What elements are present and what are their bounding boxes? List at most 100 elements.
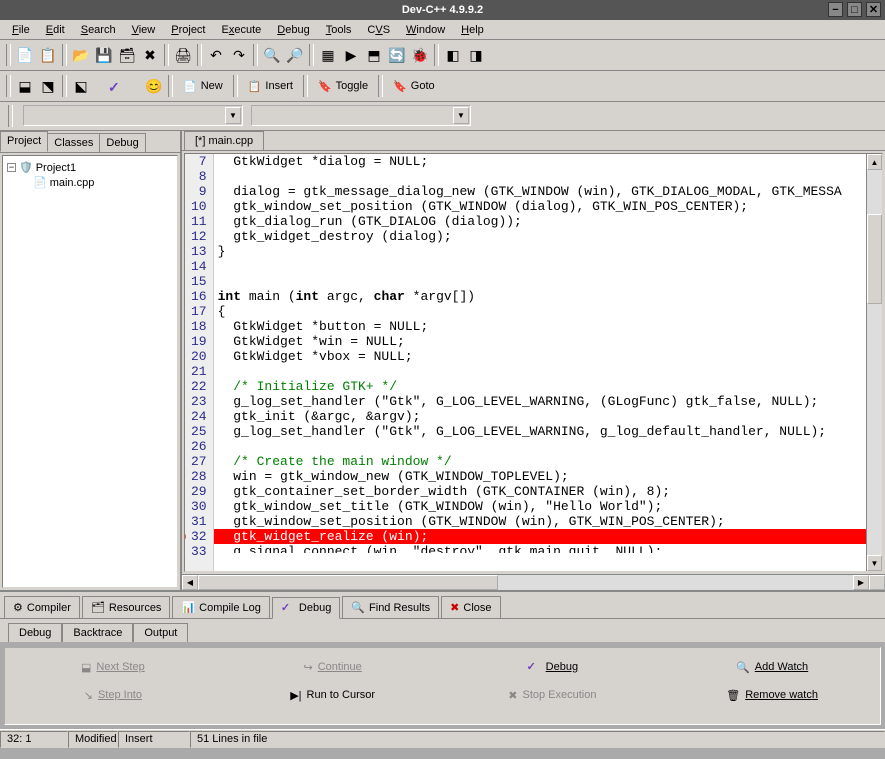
tab-resources[interactable]: 🗂Resources (82, 596, 171, 618)
editor-tab-main[interactable]: [*] main.cpp (184, 131, 264, 150)
menu-search[interactable]: Search (73, 22, 124, 38)
combo-row: ▼ ▼ (0, 102, 885, 131)
step-into-button[interactable]: ↘Step Into (13, 684, 213, 706)
tab-close[interactable]: ✖Close (441, 596, 500, 618)
replace-icon[interactable]: 🔎 (284, 44, 306, 66)
rebuild-icon[interactable]: 🔄 (386, 44, 408, 66)
debug-run-icon[interactable]: 🐞 (409, 44, 431, 66)
minimize-button[interactable]: − (828, 2, 843, 17)
run-to-cursor-button[interactable]: ▶|Run to Cursor (233, 684, 433, 706)
continue-icon: ↪ (303, 661, 312, 674)
goto-button[interactable]: 🔖 Goto (386, 75, 442, 97)
status-lines: 51 Lines in file (190, 731, 885, 748)
insert-button[interactable]: 📋 Insert (241, 75, 300, 97)
watch-add-icon: 🔍 (736, 661, 750, 674)
check-icon[interactable] (104, 75, 126, 97)
log-icon: 📊 (181, 601, 195, 614)
new-project-icon[interactable]: 📋 (37, 44, 59, 66)
menu-window[interactable]: Window (398, 22, 453, 38)
tool-b-icon[interactable]: ◨ (465, 44, 487, 66)
find-icon: 🔍 (351, 601, 365, 614)
step-into-icon: ↘ (84, 689, 93, 702)
menu-execute[interactable]: Execute (214, 22, 270, 38)
new-file-icon[interactable]: 📄 (14, 44, 36, 66)
close-button[interactable]: ✕ (866, 2, 881, 17)
redo-icon[interactable]: ↷ (228, 44, 250, 66)
debug-panel: ⬓Next Step ↪Continue Debug 🔍Add Watch ↘S… (4, 647, 881, 725)
open-icon[interactable]: 📂 (70, 44, 92, 66)
print-icon[interactable]: 🖨 (172, 44, 194, 66)
tree-root[interactable]: − 🛡️ Project1 (7, 160, 173, 175)
line-gutter: 7891011121314151617181920212223242526272… (185, 154, 214, 571)
window-title: Dev-C++ 4.9.9.2 (402, 4, 483, 16)
close-icon: ✖ (450, 601, 459, 614)
subtab-output[interactable]: Output (133, 623, 188, 642)
tab-project[interactable]: Project (0, 131, 48, 152)
menu-view[interactable]: View (124, 22, 164, 38)
menu-file[interactable]: File (4, 22, 38, 38)
toolbar-debug: ⬓ ⬔ ⬕ 😊 📄 New 📋 Insert 🔖 Toggle 🔖 Goto (0, 71, 885, 102)
stop-icon: ✖ (508, 689, 517, 702)
new-button[interactable]: 📄 New (176, 75, 230, 97)
compile-icon[interactable]: ▦ (317, 44, 339, 66)
menu-tools[interactable]: Tools (318, 22, 360, 38)
tab-debug-left[interactable]: Debug (99, 133, 145, 152)
left-panel: Project Classes Debug − 🛡️ Project1 📄 ma… (0, 131, 182, 590)
member-combo[interactable]: ▼ (251, 105, 471, 126)
toggle-button[interactable]: 🔖 Toggle (311, 75, 375, 97)
status-position: 32: 1 (0, 731, 68, 748)
stop-execution-button[interactable]: ✖Stop Execution (453, 684, 653, 706)
compile-run-icon[interactable]: ⬒ (363, 44, 385, 66)
shield-icon: 🛡️ (19, 161, 33, 174)
watch-remove-icon: 🗑 (726, 689, 740, 702)
vertical-scrollbar[interactable]: ▲ ▼ (866, 154, 882, 571)
next-step-button[interactable]: ⬓Next Step (13, 656, 213, 678)
step-icon-b[interactable]: ⬔ (37, 75, 59, 97)
tab-classes[interactable]: Classes (47, 133, 100, 152)
menu-bar: File Edit Search View Project Execute De… (0, 20, 885, 40)
undo-icon[interactable]: ↶ (205, 44, 227, 66)
output-tabs: ⚙Compiler 🗂Resources 📊Compile Log Debug … (0, 590, 885, 619)
maximize-button[interactable]: □ (847, 2, 862, 17)
debug-button[interactable]: Debug (453, 656, 653, 678)
subtab-debug[interactable]: Debug (8, 623, 62, 642)
find-icon[interactable]: 🔍 (261, 44, 283, 66)
tab-compiler[interactable]: ⚙Compiler (4, 596, 80, 618)
check-icon (281, 601, 295, 615)
cursor-icon: ▶| (290, 689, 301, 702)
tab-debug-bottom[interactable]: Debug (272, 597, 340, 619)
save-all-icon[interactable]: 🗃 (116, 44, 138, 66)
save-icon[interactable]: 💾 (93, 44, 115, 66)
check-icon (527, 660, 541, 674)
tree-file[interactable]: 📄 main.cpp (7, 175, 173, 190)
editor-panel: [*] main.cpp 789101112131415161718192021… (182, 131, 885, 590)
resources-icon: 🗂 (91, 601, 105, 614)
close-file-icon[interactable]: ✖ (139, 44, 161, 66)
help-icon[interactable]: 😊 (143, 75, 165, 97)
code-area[interactable]: GtkWidget *dialog = NULL; dialog = gtk_m… (214, 154, 866, 571)
menu-project[interactable]: Project (163, 22, 213, 38)
step-icon-a[interactable]: ⬓ (14, 75, 36, 97)
code-editor[interactable]: 7891011121314151617181920212223242526272… (184, 153, 883, 572)
remove-watch-button[interactable]: 🗑Remove watch (672, 684, 872, 706)
menu-help[interactable]: Help (453, 22, 492, 38)
title-bar: Dev-C++ 4.9.9.2 − □ ✕ (0, 0, 885, 20)
subtab-backtrace[interactable]: Backtrace (62, 623, 133, 642)
toolbar-main: 📄 📋 📂 💾 🗃 ✖ 🖨 ↶ ↷ 🔍 🔎 ▦ ▶ ⬒ 🔄 🐞 ◧ ◨ (0, 40, 885, 71)
class-combo[interactable]: ▼ (23, 105, 243, 126)
tab-compile-log[interactable]: 📊Compile Log (172, 596, 269, 618)
tool-a-icon[interactable]: ◧ (442, 44, 464, 66)
horizontal-scrollbar[interactable]: ◀ ▶ (182, 574, 885, 590)
add-watch-button[interactable]: 🔍Add Watch (672, 656, 872, 678)
menu-edit[interactable]: Edit (38, 22, 73, 38)
next-step-icon: ⬓ (81, 661, 91, 674)
tab-find-results[interactable]: 🔍Find Results (342, 596, 439, 618)
status-mode: Insert (118, 731, 190, 748)
menu-cvs[interactable]: CVS (359, 22, 398, 38)
menu-debug[interactable]: Debug (269, 22, 317, 38)
step-icon-c[interactable]: ⬕ (70, 75, 92, 97)
continue-button[interactable]: ↪Continue (233, 656, 433, 678)
run-icon[interactable]: ▶ (340, 44, 362, 66)
project-tree[interactable]: − 🛡️ Project1 📄 main.cpp (2, 155, 178, 588)
file-icon: 📄 (33, 176, 47, 189)
